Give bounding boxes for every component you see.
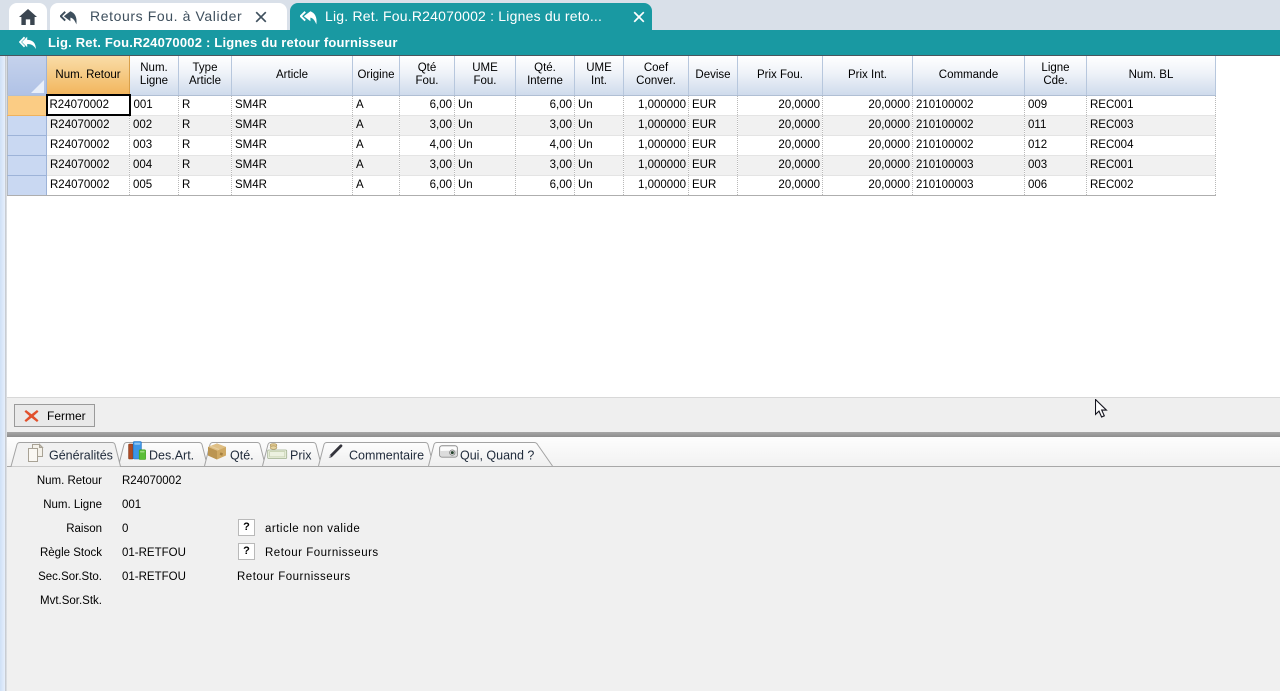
svg-text:Qui, Quand ?: Qui, Quand ?: [460, 449, 534, 463]
svg-text:Des.Art.: Des.Art.: [149, 449, 194, 463]
svg-text:Commentaire: Commentaire: [349, 449, 424, 463]
svg-text:Généralités: Généralités: [49, 449, 113, 463]
svg-text:Prix: Prix: [290, 449, 312, 463]
svg-text:Qté.: Qté.: [230, 449, 254, 463]
